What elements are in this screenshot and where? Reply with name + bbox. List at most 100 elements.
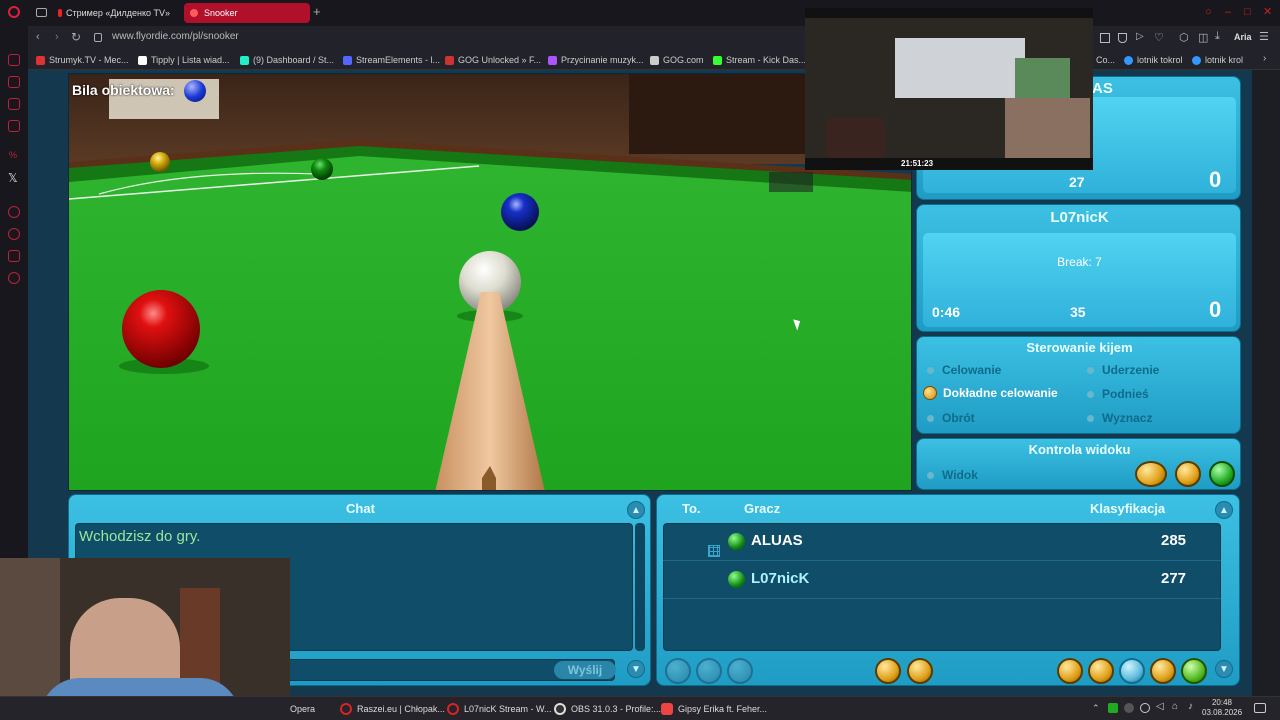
- shield-icon[interactable]: [1118, 33, 1127, 43]
- col-player: Gracz: [744, 501, 781, 516]
- settings-gear-icon[interactable]: [875, 658, 901, 684]
- chat-collapse-icon[interactable]: ▲: [627, 501, 645, 519]
- sidebar-x-icon[interactable]: 𝕏: [8, 171, 18, 185]
- chat-scrollbar[interactable]: [635, 523, 645, 651]
- ranking-collapse-icon[interactable]: ▲: [1215, 501, 1233, 519]
- bookmark-item[interactable]: lotnik krol: [1192, 53, 1243, 67]
- snapshot-icon[interactable]: [1100, 33, 1110, 43]
- taskbar-item[interactable]: OBS 31.0.3 - Profile:...: [554, 700, 661, 718]
- player-ball-icon: [728, 571, 745, 588]
- chat-expand-icon[interactable]: ▼: [627, 660, 645, 678]
- taskbar-label: Opera: [290, 704, 316, 714]
- profile-icon[interactable]: [696, 658, 722, 684]
- trophy-icon[interactable]: [1088, 658, 1114, 684]
- tray-app-icon[interactable]: [1108, 703, 1118, 713]
- pan-arrows-icon[interactable]: [1175, 461, 1201, 487]
- option-designate[interactable]: Wyznacz: [1087, 411, 1152, 425]
- notification-icon[interactable]: [1254, 703, 1266, 713]
- tray-app-icon[interactable]: [1140, 703, 1150, 713]
- heart-icon[interactable]: ♡: [1154, 31, 1164, 44]
- option-view[interactable]: Widok: [927, 468, 978, 482]
- extensions-icon[interactable]: ⬡: [1179, 31, 1189, 44]
- option-aim[interactable]: Celowanie: [927, 363, 1001, 377]
- option-rotate[interactable]: Obrót: [927, 411, 975, 425]
- play-icon[interactable]: ▷: [1136, 31, 1144, 42]
- wallet-icon[interactable]: ◫: [1198, 31, 1208, 44]
- bookmark-item[interactable]: (9) Dashboard / St...: [240, 53, 334, 67]
- bookmark-item[interactable]: GOG Unlocked » F...: [445, 53, 541, 67]
- sidebar-aria-icon[interactable]: [8, 76, 20, 88]
- volume-icon[interactable]: ◁: [1156, 701, 1164, 712]
- new-tab-button[interactable]: +: [313, 4, 321, 19]
- option-label: Dokładne celowanie: [943, 386, 1058, 400]
- object-ball-indicator-icon: [184, 80, 206, 102]
- table-row[interactable]: ALUAS 285: [663, 525, 1221, 561]
- option-raise[interactable]: Podnieś: [1087, 387, 1149, 401]
- cue-control-title: Sterowanie kijem: [1026, 340, 1133, 355]
- taskbar-item[interactable]: L07nicK Stream - W...: [447, 700, 552, 718]
- bookmarks-more-icon[interactable]: ›: [1263, 53, 1266, 64]
- bookmark-item[interactable]: Strumyk.TV - Mec...: [36, 53, 129, 67]
- faded-action-icon[interactable]: [665, 658, 691, 684]
- forward-icon[interactable]: ›: [55, 31, 59, 43]
- table-row[interactable]: L07nicK 277: [663, 563, 1221, 599]
- tray-app-icon[interactable]: [1124, 703, 1134, 713]
- sidebar-instagram-icon[interactable]: [8, 120, 20, 132]
- ranking-expand-icon[interactable]: ▼: [1215, 660, 1233, 678]
- bookmark-item[interactable]: Tipply | Lista wiad...: [138, 53, 230, 67]
- microphone-icon[interactable]: ♪: [1188, 701, 1193, 712]
- zoom-in-out-icon[interactable]: [1135, 461, 1167, 487]
- snooker-table-view[interactable]: [68, 73, 912, 491]
- player2-panel: L07nicK Break: 7 0:46 35 0: [916, 204, 1241, 332]
- sidebar-bookmark-icon[interactable]: [8, 250, 20, 262]
- bookmark-label: lotnik krol: [1205, 55, 1244, 65]
- maximize-icon[interactable]: □: [1244, 6, 1251, 18]
- taskbar-item[interactable]: Raszei.eu | Chłopak...: [340, 700, 445, 718]
- bookmark-favicon-icon: [36, 55, 45, 65]
- back-icon[interactable]: ‹: [36, 31, 40, 43]
- bookmark-item[interactable]: StreamElements - l...: [343, 53, 440, 67]
- ranking-player-name: L07nicK: [751, 570, 810, 587]
- download-icon[interactable]: ⤓: [1215, 30, 1220, 43]
- reload-icon[interactable]: ↻: [71, 30, 81, 44]
- bookmark-item[interactable]: lotnik tokrol: [1124, 53, 1183, 67]
- menu-icon[interactable]: ☰: [1259, 30, 1269, 43]
- search-icon[interactable]: ○: [1205, 6, 1212, 18]
- taskbar-item[interactable]: Gipsy Erika ft. Feher...: [661, 700, 767, 718]
- exit-icon[interactable]: [1181, 658, 1207, 684]
- reset-view-icon[interactable]: [1209, 461, 1235, 487]
- network-icon[interactable]: ⌂: [1172, 701, 1178, 712]
- sidebar-percent-icon[interactable]: %: [9, 150, 17, 160]
- clock-time[interactable]: 20:48: [1202, 698, 1242, 707]
- sidebar-settings-icon[interactable]: [8, 272, 20, 284]
- new-game-icon[interactable]: [1057, 658, 1083, 684]
- url-field[interactable]: www.flyordie.com/pl/snooker: [112, 31, 239, 42]
- workspaces-icon[interactable]: [36, 8, 47, 17]
- tray-chevron-icon[interactable]: ⌃: [1092, 703, 1100, 714]
- clock-date[interactable]: 03.08.2026: [1202, 708, 1242, 717]
- bookmark-item[interactable]: Co...: [1096, 53, 1115, 67]
- sidebar-messenger-icon[interactable]: [8, 98, 20, 110]
- close-icon[interactable]: ✕: [1263, 5, 1272, 18]
- option-strike[interactable]: Uderzenie: [1087, 363, 1159, 377]
- chat-bubble-icon[interactable]: [1119, 658, 1145, 684]
- opera-logo-icon[interactable]: [8, 6, 20, 18]
- sound-icon[interactable]: [907, 658, 933, 684]
- option-precise-aim[interactable]: Dokładne celowanie: [923, 386, 1058, 400]
- youtube-icon: [58, 9, 62, 17]
- tab-streamer[interactable]: Стример «Дилденко TV»: [52, 3, 176, 23]
- tab-snooker[interactable]: Snooker: [184, 3, 310, 23]
- bookmark-label: GOG Unlocked » F...: [458, 55, 542, 65]
- aria-icon[interactable]: Aria: [1234, 32, 1252, 42]
- sidebar-history-icon[interactable]: [8, 206, 20, 218]
- bookmark-item[interactable]: Przycinanie muzyk...: [548, 53, 644, 67]
- bookmark-item[interactable]: Stream - Kick Das...: [713, 53, 806, 67]
- minimize-icon[interactable]: –: [1225, 6, 1231, 18]
- taskbar-item[interactable]: Opera: [290, 700, 315, 718]
- info-icon[interactable]: [727, 658, 753, 684]
- sidebar-opera-icon[interactable]: [8, 54, 20, 66]
- sidebar-clock-icon[interactable]: [8, 228, 20, 240]
- bookmark-item[interactable]: GOG.com: [650, 53, 704, 67]
- help-icon[interactable]: [1150, 658, 1176, 684]
- send-button[interactable]: Wyślij: [554, 661, 616, 679]
